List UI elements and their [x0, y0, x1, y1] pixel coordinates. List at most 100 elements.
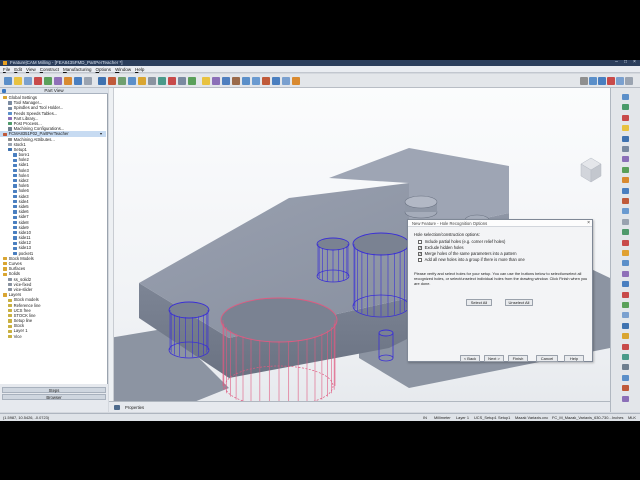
side-tool-icon[interactable]	[622, 114, 629, 121]
side-tool-icon[interactable]	[622, 156, 629, 163]
cancel-button[interactable]: Cancel	[536, 355, 558, 362]
toolbar-tool-icon[interactable]	[272, 77, 280, 85]
side-tool-icon[interactable]	[622, 260, 629, 267]
toolbar-tool-icon[interactable]	[84, 77, 92, 85]
toolbar-tool-icon[interactable]	[4, 77, 12, 85]
side-tool-icon[interactable]	[622, 166, 629, 173]
toolbar-tool-icon[interactable]	[252, 77, 260, 85]
side-tool-icon[interactable]	[622, 94, 629, 100]
dialog-close-icon[interactable]: ×	[587, 220, 590, 227]
side-tool-icon[interactable]	[622, 343, 629, 350]
toolbar-tool-icon[interactable]	[148, 77, 156, 85]
folder-icon	[3, 293, 7, 297]
toolbar-tool-icon[interactable]	[34, 77, 42, 85]
side-tool-icon[interactable]	[622, 364, 629, 371]
menu-construct[interactable]: Construct	[40, 67, 59, 72]
toolbar-tool-icon[interactable]	[98, 77, 106, 85]
feature-icon	[13, 241, 17, 245]
toolbar-tool-icon[interactable]	[138, 77, 146, 85]
side-tool-icon[interactable]	[622, 281, 629, 288]
maximize-button[interactable]: □	[622, 60, 629, 65]
tree-item[interactable]: Vice	[0, 334, 106, 339]
toolbar-tool-icon[interactable]	[168, 77, 176, 85]
menu-manufacturing[interactable]: Manufacturing	[63, 67, 92, 72]
toolbar-tool-icon[interactable]	[24, 77, 32, 85]
option-add-holes-group[interactable]: Add all new holes into a group if there …	[414, 257, 588, 263]
side-tool-icon[interactable]	[622, 218, 629, 225]
toolbar-tool-icon[interactable]	[54, 77, 62, 85]
toolbar-tool-icon[interactable]	[262, 77, 270, 85]
toolbar-tool-icon[interactable]	[158, 77, 166, 85]
checkbox-include-partial-holes[interactable]	[418, 240, 422, 244]
toolbar-tool-icon[interactable]	[64, 77, 72, 85]
toolbar-tool-icon[interactable]	[108, 77, 116, 85]
side-tool-icon[interactable]	[622, 395, 629, 402]
side-tool-icon[interactable]	[622, 229, 629, 236]
toolbar-tool-icon[interactable]	[178, 77, 186, 85]
side-tool-icon[interactable]	[622, 250, 629, 256]
menu-view[interactable]: View	[26, 67, 36, 72]
checkbox-merge-holes-pattern[interactable]: ✓	[418, 252, 422, 256]
menu-options[interactable]: Options	[96, 67, 112, 72]
side-tool-icon[interactable]	[622, 104, 629, 111]
toolbar-tool-icon[interactable]	[242, 77, 250, 85]
side-tool-icon[interactable]	[622, 208, 629, 215]
toolbar-tool-icon[interactable]	[202, 77, 210, 85]
tool-icon	[8, 106, 12, 110]
tab-browser[interactable]: Browser	[2, 394, 106, 400]
toolbar-tool-icon[interactable]	[607, 77, 615, 85]
unselect-all-button[interactable]: Unselect All	[505, 299, 533, 306]
checkbox-exclude-hidden-holes[interactable]: ✓	[418, 246, 422, 250]
feature-icon	[13, 210, 17, 214]
side-tool-icon[interactable]	[622, 312, 629, 319]
toolbar-tool-icon[interactable]	[44, 77, 52, 85]
menu-edit[interactable]: Edit	[14, 67, 22, 72]
toolbar-tool-icon[interactable]	[616, 77, 624, 85]
menu-help[interactable]: Help	[135, 67, 144, 72]
toolbar-tool-icon[interactable]	[282, 77, 290, 85]
side-tool-icon[interactable]	[622, 333, 629, 340]
side-tool-icon[interactable]	[622, 270, 629, 277]
toolbar-tool-icon[interactable]	[188, 77, 196, 85]
toolbar-tool-icon[interactable]	[118, 77, 126, 85]
toolbar-tool-icon[interactable]	[292, 77, 300, 85]
side-tool-icon[interactable]	[622, 239, 629, 246]
toolbar-tool-icon[interactable]	[625, 77, 633, 85]
toolbar-tool-icon[interactable]	[222, 77, 230, 85]
side-tool-icon[interactable]	[622, 135, 629, 142]
toolbar-tool-icon[interactable]	[580, 77, 588, 85]
side-tool-icon[interactable]	[622, 187, 629, 194]
side-tool-icon[interactable]	[622, 322, 629, 329]
panel-title: Part View	[44, 88, 64, 93]
view-cube[interactable]	[580, 157, 602, 183]
side-tool-icon[interactable]	[622, 291, 629, 298]
next-button[interactable]: Next >	[484, 355, 504, 362]
toolbar-tool-icon[interactable]	[232, 77, 240, 85]
close-button[interactable]: ×	[631, 60, 638, 65]
toolbar-tool-icon[interactable]	[128, 77, 136, 85]
side-tool-icon[interactable]	[622, 198, 629, 204]
toolbar-tool-icon[interactable]	[598, 77, 606, 85]
side-tool-icon[interactable]	[622, 177, 629, 184]
minimize-button[interactable]: –	[613, 60, 620, 65]
properties-bar[interactable]: Properties	[109, 401, 610, 412]
side-tool-icon[interactable]	[622, 354, 629, 360]
help-button[interactable]: Help	[564, 355, 584, 362]
side-tool-icon[interactable]	[622, 125, 629, 132]
toolbar-tool-icon[interactable]	[589, 77, 597, 85]
checkbox-add-holes-group[interactable]	[418, 258, 422, 262]
toolbar-tool-icon[interactable]	[212, 77, 220, 85]
tab-steps[interactable]: Steps	[2, 387, 106, 393]
finish-button[interactable]: Finish	[508, 355, 528, 362]
back-button[interactable]: < Back	[460, 355, 480, 362]
menu-window[interactable]: Window	[115, 67, 131, 72]
select-all-button[interactable]: Select All	[466, 299, 492, 306]
panel-pin-icon[interactable]	[2, 89, 6, 93]
side-tool-icon[interactable]	[622, 385, 629, 392]
side-tool-icon[interactable]	[622, 374, 629, 381]
toolbar-tool-icon[interactable]	[74, 77, 82, 85]
side-tool-icon[interactable]	[622, 302, 629, 308]
side-tool-icon[interactable]	[622, 146, 629, 152]
menu-file[interactable]: File	[3, 67, 10, 72]
toolbar-tool-icon[interactable]	[14, 77, 22, 85]
